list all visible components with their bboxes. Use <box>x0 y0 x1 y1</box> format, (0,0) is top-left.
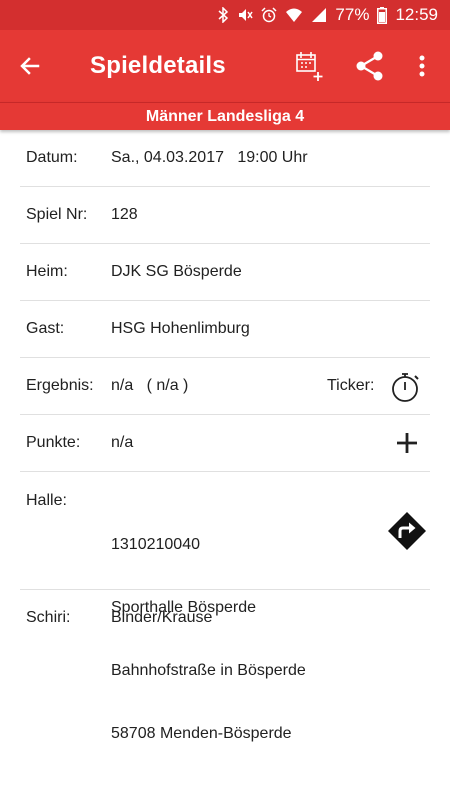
status-icons: 77% 12:59 <box>217 0 438 30</box>
detail-row-halle: Halle: 1310210040 Sporthalle Bösperde Ba… <box>20 472 430 742</box>
signal-icon <box>311 7 327 23</box>
schiri-value: Binder/Krause <box>111 609 213 626</box>
more-vert-icon <box>419 55 425 77</box>
bluetooth-icon <box>217 7 229 23</box>
gast-label: Gast: <box>26 320 65 337</box>
mute-icon <box>237 7 254 23</box>
detail-row-datum: Datum: Sa., 04.03.2017 19:00 Uhr <box>20 130 430 187</box>
gast-value: HSG Hohenlimburg <box>111 320 250 337</box>
halle-label: Halle: <box>26 492 67 509</box>
halle-city: 58708 Menden-Bösperde <box>111 725 292 742</box>
heim-label: Heim: <box>26 263 68 280</box>
halle-number: 1310210040 <box>111 536 200 553</box>
directions-icon <box>388 512 426 550</box>
ticker-label: Ticker: <box>327 377 375 394</box>
battery-percent: 77% <box>335 5 370 24</box>
add-to-calendar-button[interactable] <box>292 48 328 84</box>
punkte-value: n/a <box>111 434 134 451</box>
ticker-button[interactable] <box>389 370 423 404</box>
stopwatch-icon <box>392 373 419 402</box>
more-options-button[interactable] <box>404 48 440 84</box>
app-bar: Spieldetails <box>0 30 450 102</box>
detail-row-gast[interactable]: Gast: HSG Hohenlimburg <box>20 301 430 358</box>
match-details-list: Datum: Sa., 04.03.2017 19:00 Uhr Spiel N… <box>0 130 450 742</box>
battery-icon <box>377 6 388 24</box>
halle-street: Bahnhofstraße in Bösperde <box>111 662 306 679</box>
back-arrow-icon <box>20 57 40 75</box>
status-time: 12:59 <box>395 5 438 24</box>
calendar-add-icon <box>296 52 323 81</box>
schiri-label: Schiri: <box>26 609 71 626</box>
add-points-button[interactable] <box>392 428 422 458</box>
detail-row-schiri: Schiri: Binder/Krause <box>20 590 430 647</box>
share-icon <box>356 51 383 81</box>
plus-icon <box>397 433 417 453</box>
ergebnis-label: Ergebnis: <box>26 377 94 394</box>
datum-label: Datum: <box>26 149 78 166</box>
share-button[interactable] <box>352 48 388 84</box>
datum-value: Sa., 04.03.2017 19:00 Uhr <box>111 149 308 166</box>
wifi-icon <box>285 7 303 23</box>
detail-row-punkte: Punkte: n/a <box>20 415 430 472</box>
ergebnis-value: n/a ( n/a ) <box>111 377 189 394</box>
spiel-nr-value: 128 <box>111 206 138 223</box>
back-button[interactable] <box>14 50 46 82</box>
alarm-icon <box>261 7 277 23</box>
directions-button[interactable] <box>386 510 428 552</box>
spiel-nr-label: Spiel Nr: <box>26 206 88 223</box>
detail-row-heim[interactable]: Heim: DJK SG Bösperde <box>20 244 430 301</box>
page-title: Spieldetails <box>90 52 226 79</box>
heim-value: DJK SG Bösperde <box>111 263 242 280</box>
status-bar: 77% 12:59 <box>0 0 450 30</box>
detail-row-ergebnis: Ergebnis: n/a ( n/a ) Ticker: <box>20 358 430 415</box>
punkte-label: Punkte: <box>26 434 81 451</box>
league-header: Männer Landesliga 4 <box>0 102 450 130</box>
detail-row-spiel-nr: Spiel Nr: 128 <box>20 187 430 244</box>
